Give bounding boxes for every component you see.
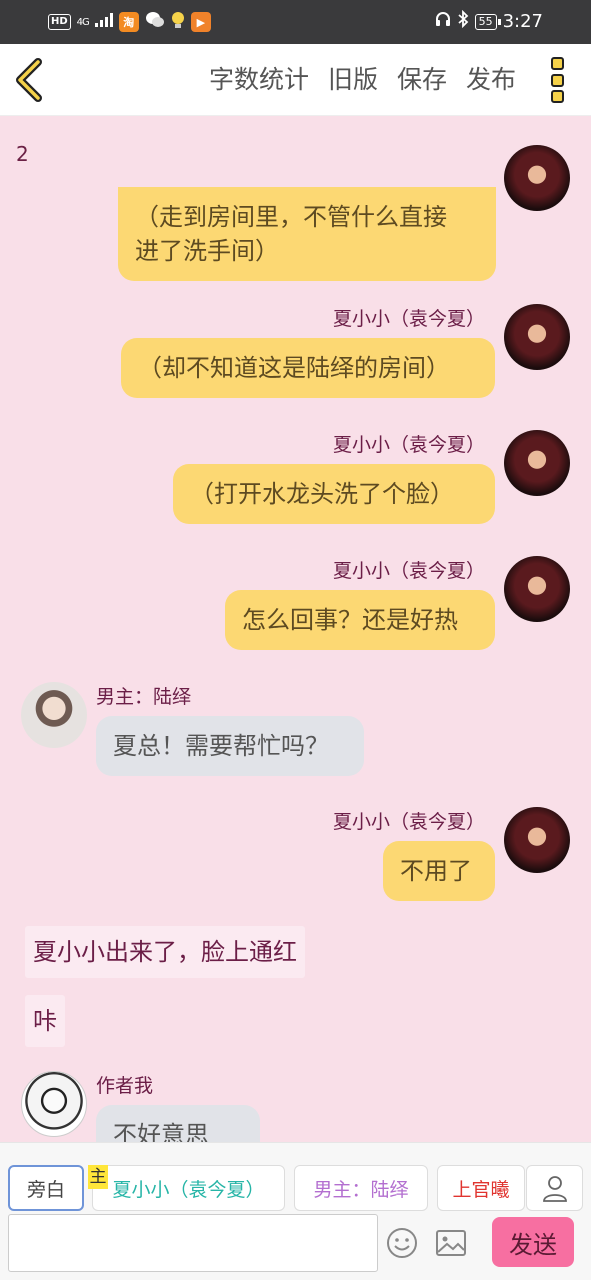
role-label: 男主：陆绎 [313, 1178, 409, 1201]
emoji-button[interactable] [385, 1226, 419, 1260]
input-row: 发送 [0, 1212, 591, 1280]
avatar[interactable] [504, 556, 570, 622]
clock: 3:27 [502, 11, 543, 32]
role-label: 上官曦 [452, 1178, 510, 1201]
taobao-app-icon: 淘 [118, 12, 139, 32]
speaker-name: 夏小小（袁今夏） [332, 434, 485, 456]
hd-icon: HD [48, 14, 71, 30]
image-icon [436, 1230, 466, 1256]
avatar[interactable] [21, 682, 87, 748]
message-line: 进了洗手间） [135, 237, 279, 265]
role-chip-narrator[interactable]: 旁白 [8, 1165, 84, 1211]
message-line: （走到房间里，不管什么直接 [135, 203, 447, 231]
back-arrow-icon [16, 58, 42, 102]
status-left-icons: HD 4G 淘 ▶ [48, 11, 211, 33]
status-right-icons: 55 3:27 [435, 9, 543, 33]
message-bubble[interactable]: 不好意思 [96, 1105, 260, 1142]
narration-block[interactable]: 夏小小出来了，脸上通红 [25, 926, 305, 978]
avatar[interactable] [504, 430, 570, 496]
old-version-button[interactable]: 旧版 [328, 64, 378, 96]
message-input[interactable] [8, 1214, 378, 1272]
more-menu-icon[interactable] [551, 57, 567, 103]
avatar[interactable] [21, 1071, 87, 1137]
editor-header: 字数统计 旧版 保存 发布 [0, 44, 591, 116]
host-badge: 主 [88, 1165, 108, 1189]
avatar[interactable] [504, 807, 570, 873]
narration-block[interactable]: 咔 [25, 995, 65, 1047]
speaker-name: 作者我 [96, 1075, 154, 1097]
add-role-button[interactable] [526, 1165, 583, 1211]
user-icon [542, 1176, 567, 1202]
save-button[interactable]: 保存 [397, 64, 447, 96]
speaker-name: 夏小小（袁今夏） [332, 811, 485, 833]
role-selector: 旁白 夏小小（袁今夏） 主 男主：陆绎 上官曦 [0, 1142, 591, 1212]
header-actions: 字数统计 旧版 保存 发布 [209, 64, 516, 96]
message-bubble[interactable]: （走到房间里，不管什么直接 进了洗手间） [118, 187, 496, 281]
message-bubble[interactable]: （却不知道这是陆绎的房间） [121, 338, 495, 398]
speaker-name: 夏小小（袁今夏） [332, 308, 485, 330]
chat-area[interactable]: 2 （走到房间里，不管什么直接 进了洗手间） 夏小小（袁今夏） （却不知道这是陆… [0, 117, 591, 1142]
avatar[interactable] [504, 304, 570, 370]
page-number: 2 [16, 142, 29, 166]
role-chip-lu[interactable]: 男主：陆绎 [294, 1165, 428, 1211]
wechat-icon [145, 11, 165, 33]
role-label: 旁白 [26, 1178, 65, 1201]
send-button[interactable]: 发送 [492, 1217, 574, 1267]
video-app-icon: ▶ [190, 12, 211, 32]
bulb-icon [171, 11, 185, 33]
speaker-name: 男主：陆绎 [96, 686, 192, 708]
message-bubble[interactable]: 怎么回事？还是好热 [225, 590, 495, 650]
network-label: 4G [76, 16, 90, 28]
role-chip-shangguan[interactable]: 上官曦 [437, 1165, 525, 1211]
signal-icon [94, 13, 113, 31]
battery-level: 55 [474, 13, 501, 30]
speaker-name: 夏小小（袁今夏） [332, 560, 485, 582]
back-button[interactable] [12, 58, 52, 102]
avatar[interactable] [504, 145, 570, 211]
headset-icon [435, 11, 451, 32]
bluetooth-icon [457, 9, 469, 33]
role-label: 夏小小（袁今夏） [112, 1178, 265, 1201]
status-bar: HD 4G 淘 ▶ 55 3:27 [0, 0, 591, 44]
message-bubble[interactable]: 夏总！需要帮忙吗？ [96, 716, 364, 776]
message-bubble[interactable]: （打开水龙头洗了个脸） [173, 464, 495, 524]
publish-button[interactable]: 发布 [466, 64, 516, 96]
image-button[interactable] [434, 1226, 468, 1260]
role-chip-xia[interactable]: 夏小小（袁今夏） [92, 1165, 285, 1211]
emoji-icon [387, 1228, 417, 1258]
message-bubble[interactable]: 不用了 [383, 841, 495, 901]
word-count-button[interactable]: 字数统计 [209, 64, 309, 96]
